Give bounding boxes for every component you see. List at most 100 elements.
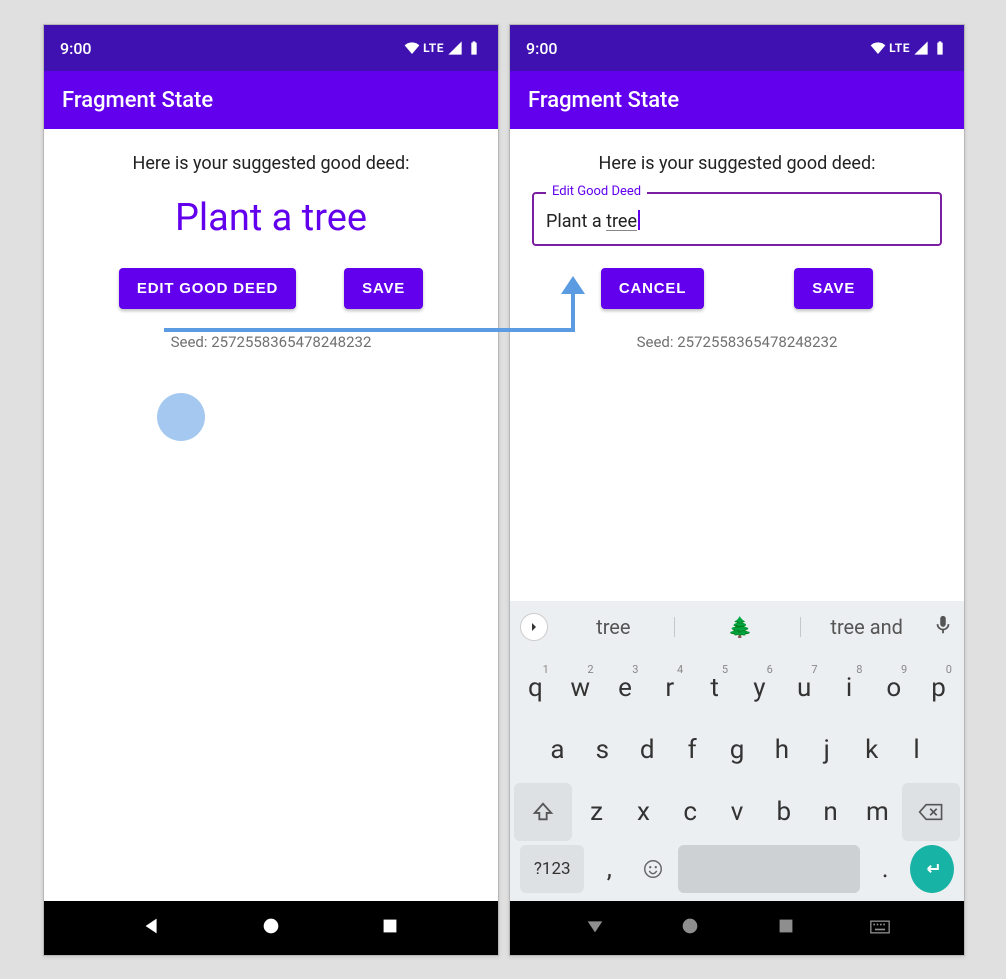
signal-icon: [913, 40, 929, 56]
emoji-icon: [642, 858, 664, 880]
suggestion-3[interactable]: tree and: [805, 615, 928, 639]
suggestion-row: tree 🌲 tree and: [510, 601, 964, 653]
suggestion-2[interactable]: 🌲: [679, 615, 802, 639]
phone-right: 9:00 LTE Fragment State Here is your sug…: [509, 24, 965, 956]
nav-recent-button[interactable]: [775, 915, 797, 941]
key-m[interactable]: m: [855, 783, 900, 841]
status-bar: 9:00 LTE: [510, 25, 964, 71]
key-a[interactable]: a: [536, 721, 579, 779]
mic-icon: [932, 614, 954, 636]
status-bar: 9:00 LTE: [44, 25, 498, 71]
wifi-icon: [870, 40, 886, 56]
network-label: LTE: [423, 41, 444, 55]
cancel-button[interactable]: CANCEL: [601, 268, 704, 309]
key-x[interactable]: x: [621, 783, 666, 841]
key-z[interactable]: z: [574, 783, 619, 841]
battery-icon: [932, 40, 948, 56]
content-right: Here is your suggested good deed: Edit G…: [510, 129, 964, 601]
key-row-3: zxcvbnm: [514, 783, 960, 841]
triangle-down-icon: [584, 915, 606, 937]
space-key[interactable]: [678, 845, 861, 893]
square-recent-icon: [775, 915, 797, 937]
nav-back-button[interactable]: [141, 915, 163, 941]
deed-text: Plant a tree: [44, 196, 498, 240]
key-v[interactable]: v: [715, 783, 760, 841]
nav-keyboard-button[interactable]: [870, 919, 890, 938]
app-bar: Fragment State: [44, 71, 498, 129]
key-k[interactable]: k: [850, 721, 893, 779]
app-bar: Fragment State: [510, 71, 964, 129]
emoji-key[interactable]: [634, 845, 672, 893]
nav-back-button[interactable]: [584, 915, 606, 941]
key-row-2: asdfghjkl: [514, 721, 960, 779]
status-time: 9:00: [526, 39, 558, 58]
key-u[interactable]: u7: [783, 659, 826, 717]
key-e[interactable]: e3: [604, 659, 647, 717]
enter-key[interactable]: [910, 845, 954, 893]
backspace-icon: [918, 802, 944, 822]
edit-good-deed-field[interactable]: Edit Good Deed Plant a tree: [532, 192, 942, 246]
key-j[interactable]: j: [805, 721, 848, 779]
status-time: 9:00: [60, 39, 92, 58]
shift-key[interactable]: [514, 783, 572, 841]
key-c[interactable]: c: [668, 783, 713, 841]
app-title: Fragment State: [62, 88, 213, 113]
expand-suggestions-button[interactable]: [520, 613, 548, 641]
status-right: LTE: [404, 40, 482, 56]
nav-recent-button[interactable]: [379, 915, 401, 941]
key-g[interactable]: g: [716, 721, 759, 779]
stage: 9:00 LTE Fragment State Here is your sug…: [0, 0, 1006, 979]
subhead: Here is your suggested good deed:: [510, 129, 964, 174]
key-d[interactable]: d: [626, 721, 669, 779]
status-right: LTE: [870, 40, 948, 56]
key-p[interactable]: p0: [917, 659, 960, 717]
phone-left: 9:00 LTE Fragment State Here is your sug…: [43, 24, 499, 956]
key-y[interactable]: y6: [738, 659, 781, 717]
shift-icon: [532, 801, 554, 823]
save-button[interactable]: SAVE: [794, 268, 873, 309]
nav-home-button[interactable]: [260, 915, 282, 941]
soft-keyboard[interactable]: tree 🌲 tree and q1w2e3r4t5y6u7i8o9p0 asd…: [510, 601, 964, 901]
suggestion-1[interactable]: tree: [552, 615, 675, 639]
key-t[interactable]: t5: [693, 659, 736, 717]
key-q[interactable]: q1: [514, 659, 557, 717]
key-i[interactable]: i8: [828, 659, 871, 717]
key-r[interactable]: r4: [648, 659, 691, 717]
nav-home-button[interactable]: [679, 915, 701, 941]
key-o[interactable]: o9: [872, 659, 915, 717]
seed-text: Seed: 2572558365478248232: [44, 333, 498, 351]
circle-home-icon: [260, 915, 282, 937]
keyboard-icon: [870, 920, 890, 934]
battery-icon: [466, 40, 482, 56]
symbols-key[interactable]: ?123: [520, 845, 584, 893]
key-l[interactable]: l: [895, 721, 938, 779]
key-b[interactable]: b: [761, 783, 806, 841]
comma-key[interactable]: ,: [590, 845, 628, 893]
key-f[interactable]: f: [671, 721, 714, 779]
save-button[interactable]: SAVE: [344, 268, 423, 309]
content-left: Here is your suggested good deed: Plant …: [44, 129, 498, 901]
enter-icon: [922, 859, 942, 879]
key-w[interactable]: w2: [559, 659, 602, 717]
wifi-icon: [404, 40, 420, 56]
triangle-back-icon: [141, 915, 163, 937]
field-value: Plant a tree: [546, 211, 637, 232]
touch-ripple: [157, 393, 205, 441]
key-h[interactable]: h: [760, 721, 803, 779]
backspace-key[interactable]: [902, 783, 960, 841]
mic-button[interactable]: [932, 614, 954, 640]
seed-text: Seed: 2572558365478248232: [510, 333, 964, 351]
text-caret: [638, 210, 640, 230]
app-title: Fragment State: [528, 88, 679, 113]
period-key[interactable]: .: [866, 845, 904, 893]
key-row-1: q1w2e3r4t5y6u7i8o9p0: [514, 659, 960, 717]
key-rows: q1w2e3r4t5y6u7i8o9p0 asdfghjkl zxcvbnm ?…: [510, 653, 964, 901]
key-n[interactable]: n: [808, 783, 853, 841]
edit-good-deed-button[interactable]: EDIT GOOD DEED: [119, 268, 296, 309]
circle-home-icon: [679, 915, 701, 937]
button-row: CANCEL SAVE: [510, 268, 964, 309]
subhead: Here is your suggested good deed:: [44, 129, 498, 174]
square-recent-icon: [379, 915, 401, 937]
key-s[interactable]: s: [581, 721, 624, 779]
nav-bar: [44, 901, 498, 955]
